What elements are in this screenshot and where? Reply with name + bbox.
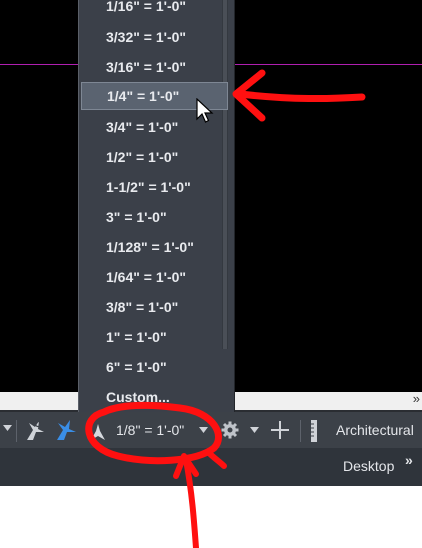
- red-ellipse-icon: [85, 401, 222, 465]
- red-annotation-overlay: [85, 69, 366, 548]
- red-arrow-icon: [236, 90, 366, 103]
